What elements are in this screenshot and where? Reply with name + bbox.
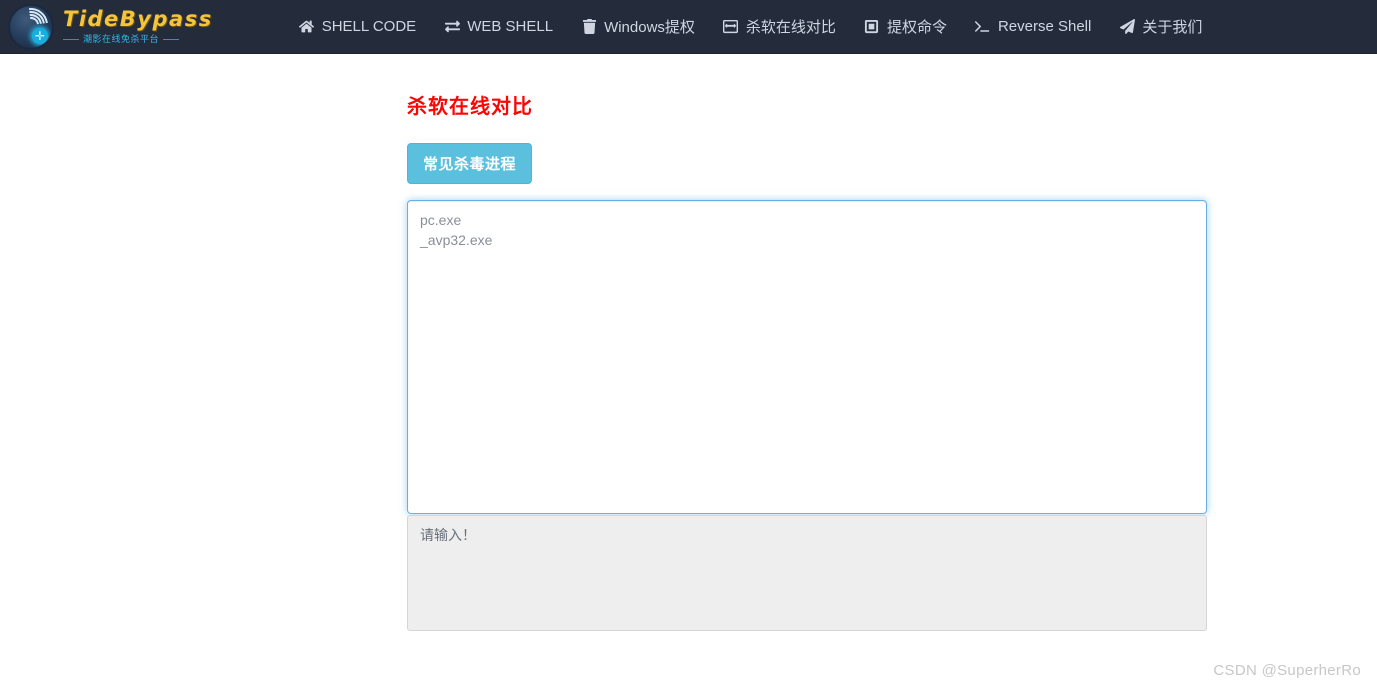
trash-icon [581,19,597,35]
av-process-input-textarea[interactable] [407,200,1207,514]
square-inset-icon [864,19,880,35]
common-av-process-button[interactable]: 常见杀毒进程 [407,143,533,184]
arrows-left-right-box-icon [723,19,739,35]
nav-item-web-shell[interactable]: WEB SHELL [430,0,567,54]
brand-text: TideBypass 潮影在线免杀平台 [63,9,213,44]
nav-label-web-shell: WEB SHELL [467,18,554,35]
nav-item-shell-code[interactable]: SHELL CODE [285,0,430,54]
nav-item-windows-privesc[interactable]: Windows提权 [567,0,709,54]
page-body: 杀软在线对比 常见杀毒进程 CSDN @SuperherRo [0,54,1377,693]
brand-logo-link[interactable]: ✛ TideBypass 潮影在线免杀平台 [0,0,213,54]
csdn-watermark: CSDN @SuperherRo [1213,662,1361,679]
nav-label-privesc-commands: 提权命令 [886,19,947,36]
av-compare-result-textarea[interactable] [407,515,1207,631]
top-navbar: ✛ TideBypass 潮影在线免杀平台 SHELL CODE WEB SHE… [0,0,1377,54]
nav-label-about-us: 关于我们 [1142,19,1203,36]
brand-subtitle-dash-left [63,39,79,40]
exchange-arrows-icon [444,19,460,35]
brand-subtitle-dash-right [163,39,180,40]
nav-label-reverse-shell: Reverse Shell [997,18,1092,35]
nav-label-windows-privesc: Windows提权 [604,19,695,36]
nav-item-av-compare[interactable]: 杀软在线对比 [709,0,850,54]
home-icon [299,19,315,35]
nav-label-av-compare: 杀软在线对比 [745,19,836,36]
nav-label-shell-code: SHELL CODE [321,18,417,35]
nav-links: SHELL CODE WEB SHELL Windows提权 杀软在线对比 提权 [285,0,1217,54]
av-compare-panel: 杀软在线对比 常见杀毒进程 [407,90,1207,631]
brand-subtitle: 潮影在线免杀平台 [63,35,213,44]
nav-item-privesc-commands[interactable]: 提权命令 [850,0,961,54]
brand-title: TideBypass [63,7,213,31]
brand-subtitle-text: 潮影在线免杀平台 [83,34,160,44]
nav-item-about-us[interactable]: 关于我们 [1105,0,1216,54]
paper-plane-icon [1119,19,1135,35]
page-title: 杀软在线对比 [407,96,533,118]
nav-item-reverse-shell[interactable]: Reverse Shell [961,0,1105,54]
wave-shield-logo-icon: ✛ [8,3,54,50]
terminal-prompt-icon [975,19,991,35]
